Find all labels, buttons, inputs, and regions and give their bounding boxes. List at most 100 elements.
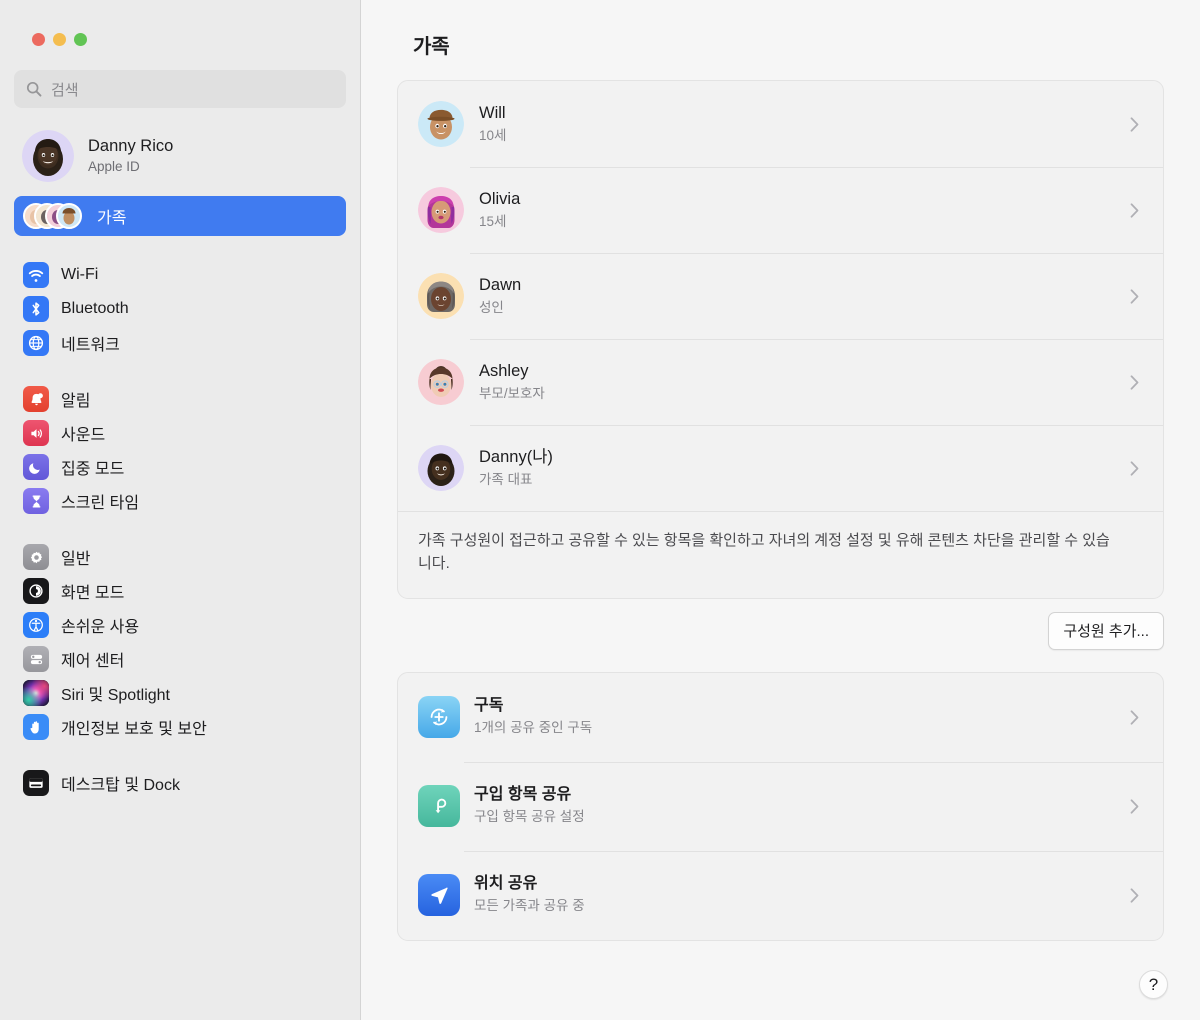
chevron-right-icon — [1130, 203, 1139, 218]
family-members-card: Will 10세 — [397, 80, 1164, 599]
sidebar-group-general: 일반 화면 모드 — [0, 540, 360, 744]
account-name: Danny Rico — [88, 136, 173, 157]
avatar — [418, 101, 464, 147]
sidebar-item-wifi[interactable]: Wi-Fi — [14, 258, 346, 292]
member-info: Ashley 부모/보호자 — [479, 361, 1130, 403]
purchase-sharing-icon — [418, 785, 460, 827]
search-field[interactable]: 검색 — [14, 70, 346, 108]
service-row-subscriptions[interactable]: 구독 1개의 공유 중인 구독 — [398, 673, 1163, 762]
family-services-card: 구독 1개의 공유 중인 구독 구입 항목 공유 구입 항목 공유 설정 — [397, 672, 1164, 941]
sidebar-item-privacy-security[interactable]: 개인정보 보호 및 보안 — [14, 710, 346, 744]
service-name: 구입 항목 공유 — [474, 785, 1130, 806]
member-info: Olivia 15세 — [479, 189, 1130, 231]
member-name: Olivia — [479, 189, 1130, 210]
appearance-icon — [23, 578, 49, 604]
sidebar-item-accessibility[interactable]: 손쉬운 사용 — [14, 608, 346, 642]
sidebar-item-desktop-dock[interactable]: 데스크탑 및 Dock — [14, 766, 346, 800]
sidebar-item-appearance[interactable]: 화면 모드 — [14, 574, 346, 608]
avatar — [418, 359, 464, 405]
member-role: 15세 — [479, 213, 1130, 231]
sidebar-group-network: Wi-Fi Bluetooth — [0, 258, 360, 360]
add-member-button[interactable]: 구성원 추가... — [1048, 612, 1164, 650]
accessibility-icon — [23, 612, 49, 638]
sidebar-item-network[interactable]: 네트워크 — [14, 326, 346, 360]
family-member-row[interactable]: Olivia 15세 — [398, 167, 1163, 253]
chevron-right-icon — [1130, 375, 1139, 390]
help-button[interactable]: ? — [1139, 970, 1168, 999]
avatar — [22, 130, 74, 182]
family-member-row[interactable]: Danny(나) 가족 대표 — [398, 425, 1163, 511]
close-button[interactable] — [32, 33, 45, 46]
member-info: Dawn 성인 — [479, 275, 1130, 317]
family-member-row[interactable]: Will 10세 — [398, 81, 1163, 167]
sidebar-item-control-center[interactable]: 제어 센터 — [14, 642, 346, 676]
member-name: Ashley — [479, 361, 1130, 382]
sidebar-item-label: 알림 — [61, 387, 90, 411]
service-subtitle: 구입 항목 공유 설정 — [474, 808, 1130, 826]
member-role: 성인 — [479, 299, 1130, 317]
sidebar-item-family[interactable]: 가족 — [14, 196, 346, 236]
chevron-right-icon — [1130, 710, 1139, 725]
member-info: Will 10세 — [479, 103, 1130, 145]
location-sharing-icon — [418, 874, 460, 916]
search-icon — [26, 81, 42, 97]
network-globe-icon — [23, 330, 49, 356]
screen-time-hourglass-icon — [23, 488, 49, 514]
sidebar-item-focus[interactable]: 집중 모드 — [14, 450, 346, 484]
minimize-button[interactable] — [53, 33, 66, 46]
sidebar-item-label: 네트워크 — [61, 331, 120, 355]
sidebar-item-label: 데스크탑 및 Dock — [61, 771, 180, 795]
member-role: 부모/보호자 — [479, 385, 1130, 403]
sidebar-item-sound[interactable]: 사운드 — [14, 416, 346, 450]
service-subtitle: 모든 가족과 공유 중 — [474, 897, 1130, 915]
wifi-icon — [23, 262, 49, 288]
sidebar-item-label: 손쉬운 사용 — [61, 613, 139, 637]
avatar — [418, 445, 464, 491]
zoom-button[interactable] — [74, 33, 87, 46]
service-name: 위치 공유 — [474, 874, 1130, 895]
sidebar-item-siri-spotlight[interactable]: Siri 및 Spotlight — [14, 676, 346, 710]
service-subtitle: 1개의 공유 중인 구독 — [474, 719, 1130, 737]
sound-speaker-icon — [23, 420, 49, 446]
chevron-right-icon — [1130, 888, 1139, 903]
sidebar-item-label: Siri 및 Spotlight — [61, 681, 170, 705]
control-center-icon — [23, 646, 49, 672]
window-controls — [0, 0, 360, 46]
apple-id-account-row[interactable]: Danny Rico Apple ID — [14, 124, 346, 188]
family-member-row[interactable]: Dawn 성인 — [398, 253, 1163, 339]
notifications-bell-icon — [23, 386, 49, 412]
chevron-right-icon — [1130, 799, 1139, 814]
sidebar-item-label: 일반 — [61, 545, 90, 569]
main-content: 가족 Wi — [361, 0, 1200, 1020]
sidebar: 검색 Danny Rico — [0, 0, 361, 1020]
sidebar-item-label: 사운드 — [61, 421, 105, 445]
sidebar-item-notifications[interactable]: 알림 — [14, 382, 346, 416]
family-description: 가족 구성원이 접근하고 공유할 수 있는 항목을 확인하고 자녀의 계정 설정… — [398, 511, 1163, 598]
sidebar-item-label: Bluetooth — [61, 300, 129, 318]
chevron-right-icon — [1130, 289, 1139, 304]
service-row-location-sharing[interactable]: 위치 공유 모든 가족과 공유 중 — [398, 851, 1163, 940]
family-avatar-stack — [23, 203, 85, 229]
sidebar-item-label: 개인정보 보호 및 보안 — [61, 715, 207, 739]
chevron-right-icon — [1130, 117, 1139, 132]
privacy-hand-icon — [23, 714, 49, 740]
sidebar-item-label: 가족 — [97, 204, 126, 228]
family-member-row[interactable]: Ashley 부모/보호자 — [398, 339, 1163, 425]
service-info: 위치 공유 모든 가족과 공유 중 — [474, 874, 1130, 915]
sidebar-item-bluetooth[interactable]: Bluetooth — [14, 292, 346, 326]
service-row-purchase-sharing[interactable]: 구입 항목 공유 구입 항목 공유 설정 — [398, 762, 1163, 851]
account-subtitle: Apple ID — [88, 158, 173, 176]
avatar — [418, 273, 464, 319]
search-placeholder: 검색 — [51, 79, 79, 100]
desktop-dock-icon — [23, 770, 49, 796]
service-info: 구독 1개의 공유 중인 구독 — [474, 696, 1130, 737]
member-role: 가족 대표 — [479, 471, 1130, 489]
member-name: Will — [479, 103, 1130, 124]
sidebar-item-general[interactable]: 일반 — [14, 540, 346, 574]
sidebar-group-system: 알림 사운드 집중 모드 — [0, 382, 360, 518]
member-role: 10세 — [479, 127, 1130, 145]
sidebar-group-desktop: 데스크탑 및 Dock — [0, 766, 360, 800]
sidebar-item-screen-time[interactable]: 스크린 타임 — [14, 484, 346, 518]
page-title: 가족 — [361, 0, 1200, 59]
subscription-icon — [418, 696, 460, 738]
